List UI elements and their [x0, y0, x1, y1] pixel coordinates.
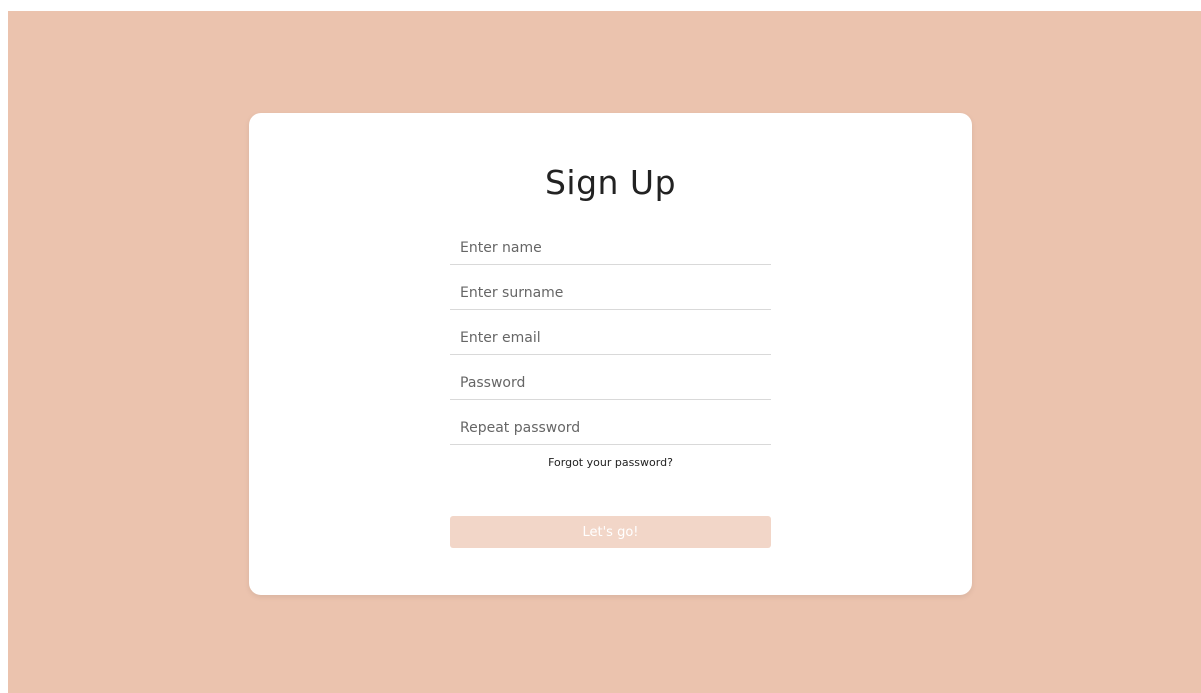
password-field[interactable]	[450, 366, 771, 400]
surname-field[interactable]	[450, 276, 771, 310]
submit-button[interactable]: Let's go!	[450, 516, 771, 548]
name-field[interactable]	[450, 231, 771, 265]
forgot-password-link[interactable]: Forgot your password?	[450, 456, 771, 469]
signup-form: Forgot your password?	[450, 231, 771, 469]
signup-card: Sign Up Forgot your password? Let's go!	[249, 113, 972, 595]
page-title: Sign Up	[544, 163, 677, 202]
email-field[interactable]	[450, 321, 771, 355]
repeat-password-field[interactable]	[450, 411, 771, 445]
